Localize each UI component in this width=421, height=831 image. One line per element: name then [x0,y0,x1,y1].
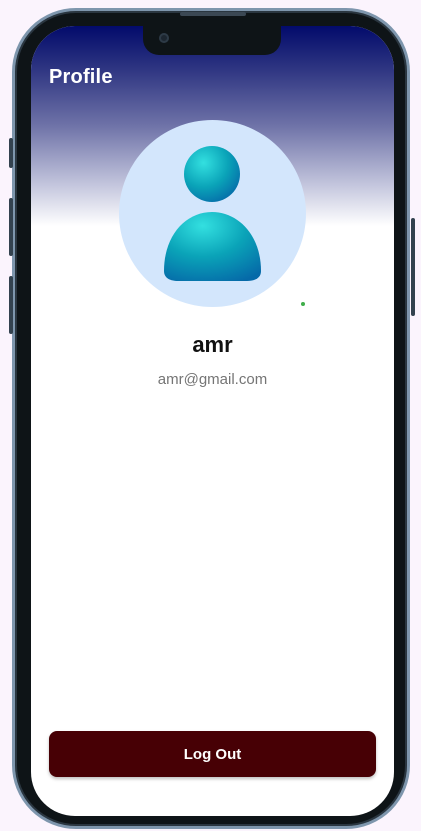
user-name: amr [192,332,233,357]
profile-avatar[interactable] [119,120,306,307]
phone-notch [143,26,281,55]
page-title: Profile [49,66,113,88]
user-email: amr@gmail.com [157,371,268,388]
phone-mute-switch [9,138,13,168]
logout-button[interactable]: Log Out [49,731,376,777]
front-camera-icon [159,33,169,43]
phone-volume-down-button [9,276,13,334]
user-avatar-icon [164,146,261,281]
phone-power-button [411,218,415,316]
online-status-dot [301,302,305,306]
phone-speaker [180,12,246,16]
phone-volume-up-button [9,198,13,256]
app-screen: Profile amr amr@gmail.com Log Out [31,26,394,816]
